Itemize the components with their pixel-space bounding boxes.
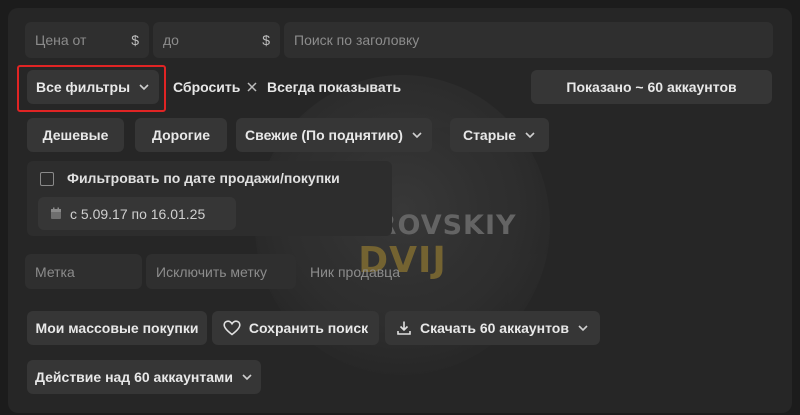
download-accounts-button[interactable]: Скачать 60 аккаунтов [385,311,600,345]
always-show-label: Всегда показывать [267,79,402,95]
currency-symbol: $ [262,32,270,48]
sort-fresh-button[interactable]: Свежие (По поднятию) [236,118,432,152]
download-icon [396,320,412,336]
price-to-field[interactable]: до $ [153,22,280,58]
price-from-placeholder: Цена от [35,32,87,48]
exclude-tag-placeholder: Исключить метку [156,263,268,280]
close-icon [246,81,258,93]
tag-input[interactable]: Метка [25,254,142,289]
price-from-field[interactable]: Цена от $ [25,22,149,58]
calendar-icon [50,207,62,220]
price-to-placeholder: до [163,32,179,48]
sort-old-button[interactable]: Старые [450,118,549,152]
sort-old-label: Старые [462,127,517,143]
my-bulk-purchases-label: Мои массовые покупки [35,320,199,336]
sort-fresh-label: Свежие (По поднятию) [245,127,403,143]
sort-cheap-button[interactable]: Дешевые [27,118,124,152]
sort-expensive-label: Дорогие [151,127,211,143]
all-filters-label: Все фильтры [35,79,131,95]
sort-expensive-button[interactable]: Дорогие [135,118,227,152]
currency-symbol: $ [131,32,139,48]
chevron-down-icon [138,81,150,93]
my-bulk-purchases-button[interactable]: Мои массовые покупки [27,311,207,345]
title-search-input[interactable]: Поиск по заголовку [284,22,773,58]
exclude-tag-input[interactable]: Исключить метку [146,254,296,289]
save-search-label: Сохранить поиск [248,320,369,336]
chevron-down-icon [241,371,253,383]
shown-count-button[interactable]: Показано ~ 60 аккаунтов [531,70,772,104]
chevron-down-icon [577,322,589,334]
chevron-down-icon [524,129,536,141]
chevron-down-icon [411,129,423,141]
date-range-input[interactable]: с 5.09.17 по 16.01.25 [38,197,236,230]
sort-cheap-label: Дешевые [42,127,109,143]
always-show-button[interactable]: Всегда показывать [267,70,401,104]
reset-label: Сбросить [173,79,241,95]
seller-nick-input[interactable]: Ник продавца [300,254,450,289]
download-accounts-label: Скачать 60 аккаунтов [420,320,569,336]
title-search-placeholder: Поиск по заголовку [294,32,420,48]
date-filter-checkbox[interactable] [40,172,54,186]
shown-count-label: Показано ~ 60 аккаунтов [566,79,737,95]
date-range-value: с 5.09.17 по 16.01.25 [70,205,206,222]
tag-placeholder: Метка [35,263,75,280]
reset-button[interactable]: Сбросить [173,70,258,104]
bulk-action-label: Действие над 60 аккаунтами [35,369,233,385]
seller-nick-placeholder: Ник продавца [310,263,400,280]
bulk-action-button[interactable]: Действие над 60 аккаунтами [27,360,261,394]
save-search-button[interactable]: Сохранить поиск [212,311,379,345]
heart-icon [223,320,241,336]
date-filter-label: Фильтровать по дате продажи/покупки [67,170,340,186]
all-filters-button[interactable]: Все фильтры [27,70,159,104]
